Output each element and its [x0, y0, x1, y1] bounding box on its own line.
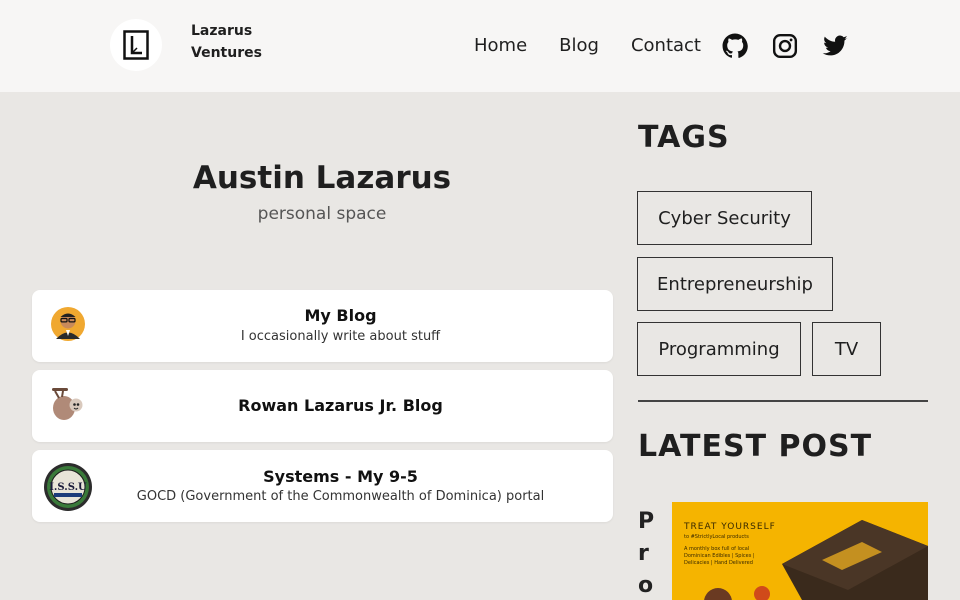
main-nav: Home Blog Contact	[474, 34, 701, 58]
tag-programming[interactable]: Programming	[637, 322, 801, 376]
instagram-icon[interactable]	[772, 33, 798, 59]
card-description: I occasionally write about stuff	[240, 329, 441, 344]
profile-name: Austin Lazarus	[192, 160, 452, 196]
card-title: Systems - My 9-5	[263, 467, 418, 486]
svg-text:I.S.S.U: I.S.S.U	[49, 482, 87, 493]
product-box-graphic	[704, 520, 928, 600]
post-title-letter: o	[638, 573, 654, 598]
social-links	[722, 33, 848, 59]
sloth-icon	[50, 386, 86, 422]
brand-line-1: Lazarus	[191, 23, 253, 39]
tag-entrepreneurship[interactable]: Entrepreneurship	[637, 257, 833, 311]
post-title[interactable]: P r o	[638, 506, 658, 600]
nav-blog[interactable]: Blog	[559, 34, 599, 58]
nav-home[interactable]: Home	[474, 34, 527, 58]
brand-name[interactable]: Lazarus Ventures	[191, 20, 281, 64]
post-title-letter: P	[638, 509, 655, 534]
profile-subtitle: personal space	[257, 204, 387, 224]
link-card-rowan-blog[interactable]: Rowan Lazarus Jr. Blog	[32, 370, 613, 442]
avatar-icon	[50, 306, 86, 342]
link-card-my-blog[interactable]: My Blog I occasionally write about stuff	[32, 290, 613, 362]
github-icon[interactable]	[722, 33, 748, 59]
twitter-icon[interactable]	[822, 33, 848, 59]
post-thumbnail[interactable]: TREAT YOURSELF to #StrictlyLocal product…	[672, 502, 928, 600]
latest-post-heading: LATEST POST	[638, 429, 873, 464]
section-divider	[638, 400, 928, 402]
link-card-systems[interactable]: I.S.S.U Systems - My 9-5 GOCD (Governmen…	[32, 450, 613, 522]
card-title: My Blog	[304, 306, 377, 325]
post-title-letter: r	[638, 541, 649, 566]
card-title: Rowan Lazarus Jr. Blog	[238, 396, 443, 415]
tag-tv[interactable]: TV	[812, 322, 881, 376]
issu-seal-icon: I.S.S.U	[43, 462, 93, 512]
nav-contact[interactable]: Contact	[631, 34, 701, 58]
tag-cyber-security[interactable]: Cyber Security	[637, 191, 812, 245]
card-description: GOCD (Government of the Commonwealth of …	[136, 489, 545, 504]
brand-line-2: Ventures	[191, 45, 262, 61]
site-header: Lazarus Ventures Home Blog Contact	[0, 0, 960, 92]
site-logo[interactable]	[110, 19, 162, 71]
logo-icon	[123, 30, 149, 60]
tags-heading: TAGS	[638, 120, 730, 155]
